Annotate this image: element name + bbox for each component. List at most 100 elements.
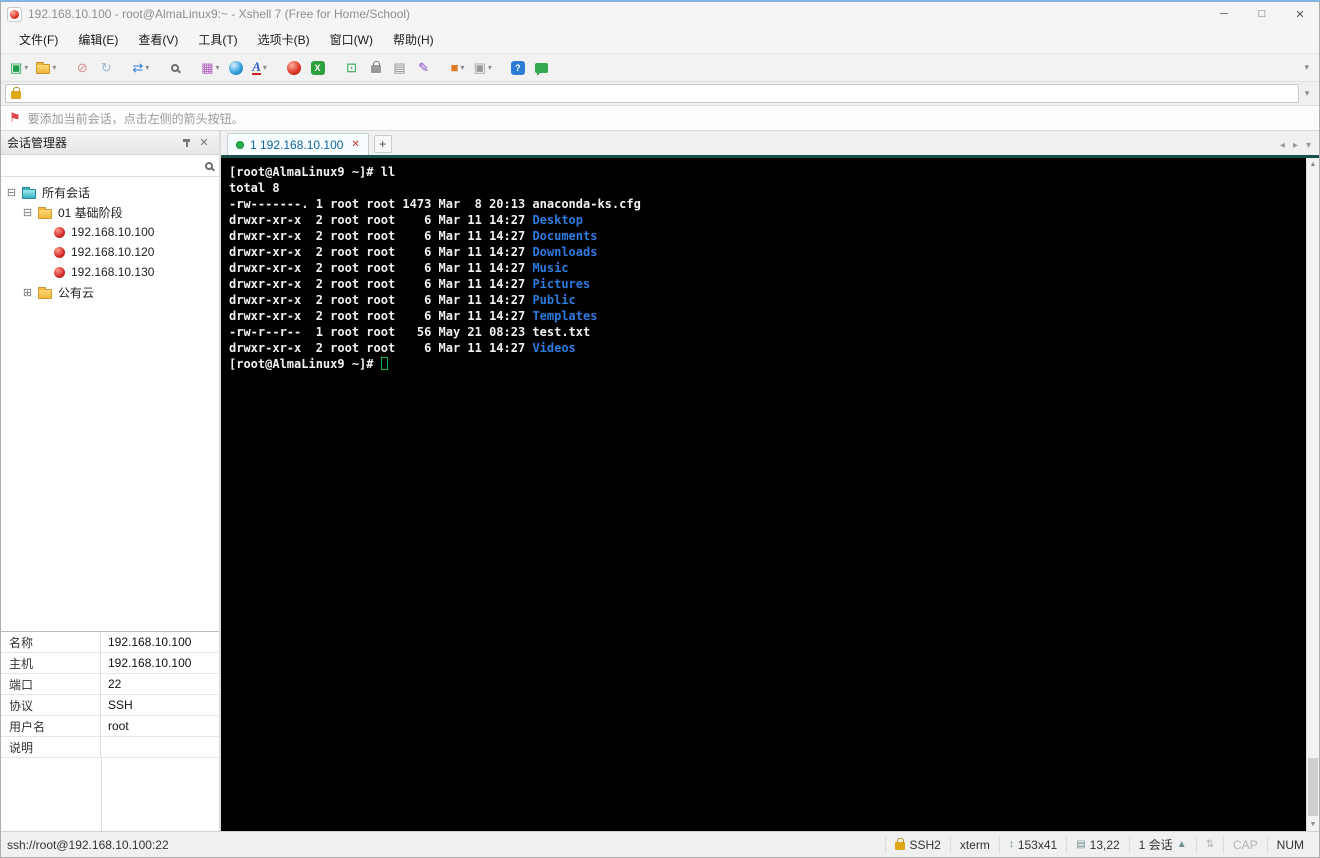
pin-icon[interactable] bbox=[177, 138, 195, 148]
terminal-text: [root@AlmaLinux9 ~]# bbox=[229, 357, 381, 371]
terminal-line: drwxr-xr-x 2 root root 6 Mar 11 14:27 Vi… bbox=[229, 340, 1298, 356]
prop-name-value[interactable]: 192.168.10.100 bbox=[101, 632, 219, 652]
tree-item-folder-cloud[interactable]: ⊞ 公有云 bbox=[1, 282, 219, 302]
prop-protocol-value[interactable]: SSH bbox=[101, 695, 219, 715]
virtual-keyboard-button[interactable]: ▤ bbox=[389, 57, 411, 79]
status-caps-lock-label: CAP bbox=[1232, 837, 1258, 852]
prop-port-value[interactable]: 22 bbox=[101, 674, 219, 694]
xshell-window: 192.168.10.100 - root@AlmaLinux9:~ - Xsh… bbox=[0, 0, 1320, 858]
menu-view[interactable]: 查看(V) bbox=[128, 27, 188, 52]
menu-tools[interactable]: 工具(T) bbox=[188, 27, 247, 52]
minus-toggle-icon[interactable]: ⊟ bbox=[6, 186, 17, 199]
terminal-line: drwxr-xr-x 2 root root 6 Mar 11 14:27 Do… bbox=[229, 244, 1298, 260]
status-encryption-icon bbox=[895, 838, 906, 850]
search-icon[interactable] bbox=[205, 161, 213, 170]
scrollbar-thumb[interactable] bbox=[1308, 758, 1318, 816]
font-color-dropdown[interactable]: A ▾ bbox=[249, 57, 271, 79]
status-cursor-position-icon: ▤ bbox=[1076, 839, 1086, 850]
properties-filler bbox=[1, 758, 219, 831]
prop-host-value[interactable]: 192.168.10.100 bbox=[101, 653, 219, 673]
tab-scroll-controls: ◂ ▸ ▾ bbox=[1280, 140, 1319, 155]
menu-window[interactable]: 窗口(W) bbox=[320, 27, 383, 52]
find-button[interactable] bbox=[164, 57, 186, 79]
tab-close-icon[interactable]: ✕ bbox=[349, 139, 359, 150]
menu-help[interactable]: 帮助(H) bbox=[383, 27, 444, 52]
new-tab-button[interactable]: + bbox=[373, 135, 392, 153]
scroll-down-icon[interactable]: ▼ bbox=[1307, 818, 1319, 831]
status-encryption: SSH2 bbox=[885, 836, 949, 853]
status-num-lock: NUM bbox=[1266, 836, 1313, 853]
tree-item-session-130-label: 192.168.10.130 bbox=[71, 265, 155, 279]
panel-close-icon[interactable]: ✕ bbox=[195, 136, 213, 149]
menu-edit[interactable]: 编辑(E) bbox=[68, 27, 128, 52]
terminal-text: Music bbox=[532, 261, 569, 275]
session-manager-title: 会话管理器 bbox=[7, 136, 68, 150]
quick-command-dropdown[interactable]: ■ ▾ bbox=[447, 57, 469, 79]
layout-dropdown-dropdown-icon: ▾ bbox=[215, 63, 220, 72]
reconnect-button-icon: ↻ bbox=[100, 60, 112, 75]
terminal-scrollbar[interactable]: ▲ ▼ bbox=[1306, 158, 1319, 831]
lock-button[interactable] bbox=[365, 57, 387, 79]
open-sessions-button[interactable]: ▾ bbox=[33, 57, 59, 79]
terminal-column: 1 192.168.10.100 ✕ + ◂ ▸ ▾ [root@AlmaLin… bbox=[221, 131, 1319, 831]
tab-session-1[interactable]: 1 192.168.10.100 ✕ bbox=[227, 133, 369, 155]
session-search-input[interactable] bbox=[7, 158, 201, 173]
address-input[interactable] bbox=[27, 86, 1293, 101]
prop-description-value[interactable] bbox=[101, 737, 219, 757]
toolbar-overflow-icon[interactable]: ▾ bbox=[1304, 62, 1313, 73]
folder-icon bbox=[38, 286, 52, 299]
close-button[interactable]: ✕ bbox=[1281, 2, 1319, 26]
disconnect-button[interactable]: ⊘ bbox=[71, 57, 93, 79]
scroll-up-icon[interactable]: ▲ bbox=[1307, 158, 1319, 171]
status-scroll-buttons[interactable]: ⇅ bbox=[1195, 836, 1223, 853]
xshell-button[interactable] bbox=[283, 57, 305, 79]
file-transfer-dropdown[interactable]: ⇄ ▾ bbox=[129, 57, 152, 79]
tree-item-folder-basic[interactable]: ⊟ 01 基础阶段 bbox=[1, 202, 219, 222]
status-session-count[interactable]: 1 会话 ▲ bbox=[1128, 836, 1196, 853]
fullscreen-button[interactable]: ⊡ bbox=[341, 57, 363, 79]
new-session-button[interactable]: ▣ ▾ bbox=[7, 57, 31, 79]
terminal-text: Public bbox=[532, 293, 576, 307]
globe-button[interactable] bbox=[225, 57, 247, 79]
terminal-text: drwxr-xr-x 2 root root 6 Mar 11 14:27 bbox=[229, 309, 533, 323]
menu-file[interactable]: 文件(F) bbox=[9, 27, 68, 52]
xftp-button[interactable]: X bbox=[307, 57, 329, 79]
help-button[interactable]: ? bbox=[507, 57, 529, 79]
feedback-button[interactable] bbox=[531, 57, 553, 79]
terminal-line: -rw-r--r-- 1 root root 56 May 21 08:23 t… bbox=[229, 324, 1298, 340]
maximize-button[interactable]: □ bbox=[1243, 2, 1281, 26]
tree-item-session-130[interactable]: 192.168.10.130 bbox=[1, 262, 219, 282]
terminal-line: drwxr-xr-x 2 root root 6 Mar 11 14:27 Te… bbox=[229, 308, 1298, 324]
reconnect-button[interactable]: ↻ bbox=[95, 57, 117, 79]
status-caps-lock: CAP bbox=[1222, 836, 1267, 853]
panes-dropdown-dropdown-icon: ▾ bbox=[487, 63, 492, 72]
open-sessions-button-dropdown-icon: ▾ bbox=[52, 63, 57, 72]
highlight-pen-button-icon: ✎ bbox=[418, 60, 430, 75]
plus-toggle-icon[interactable]: ⊞ bbox=[22, 286, 33, 299]
address-dropdown-icon[interactable]: ▾ bbox=[1299, 88, 1315, 99]
minimize-button[interactable]: ─ bbox=[1205, 2, 1243, 26]
prop-host-row: 主机 192.168.10.100 bbox=[1, 653, 219, 674]
tab-scroll-left-icon[interactable]: ◂ bbox=[1280, 140, 1285, 151]
tree-item-session-120[interactable]: 192.168.10.120 bbox=[1, 242, 219, 262]
address-lock-icon bbox=[11, 87, 21, 99]
highlight-pen-button[interactable]: ✎ bbox=[413, 57, 435, 79]
status-screen-size-icon: ↕ bbox=[1008, 839, 1014, 850]
open-sessions-button-icon bbox=[36, 62, 51, 74]
terminal-screen[interactable]: [root@AlmaLinux9 ~]# ll total 8 -rw-------… bbox=[221, 158, 1306, 831]
layout-dropdown[interactable]: ▦ ▾ bbox=[198, 57, 222, 79]
session-icon bbox=[54, 266, 65, 278]
panes-dropdown[interactable]: ▣ ▾ bbox=[471, 57, 495, 79]
tree-item-all-sessions[interactable]: ⊟ 所有会话 bbox=[1, 182, 219, 202]
menu-tab[interactable]: 选项卡(B) bbox=[248, 27, 320, 52]
status-terminal-type-label: xterm bbox=[959, 837, 990, 852]
tab-label: 1 192.168.10.100 bbox=[250, 137, 344, 152]
tree-item-session-120-label: 192.168.10.120 bbox=[71, 245, 155, 259]
minus-toggle-icon[interactable]: ⊟ bbox=[22, 206, 33, 219]
tree-item-session-100[interactable]: 192.168.10.100 bbox=[1, 222, 219, 242]
tab-scroll-right-icon[interactable]: ▸ bbox=[1293, 140, 1298, 151]
tab-list-dropdown-icon[interactable]: ▾ bbox=[1306, 140, 1311, 151]
status-session-count-label: 1 会话 bbox=[1138, 838, 1173, 852]
status-screen-size: ↕ 153x41 bbox=[998, 836, 1066, 853]
prop-username-value[interactable]: root bbox=[101, 716, 219, 736]
